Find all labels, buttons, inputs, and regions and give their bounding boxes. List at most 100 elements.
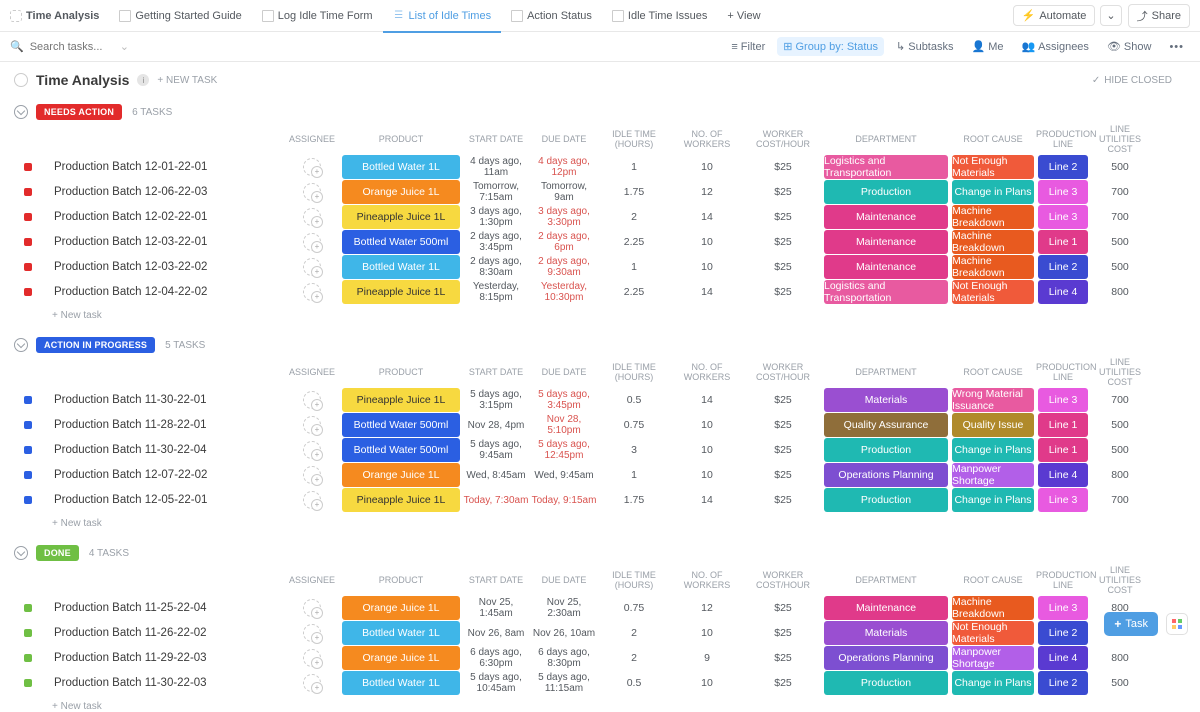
product-chip[interactable]: Orange Juice 1L: [342, 596, 460, 620]
idle-hours[interactable]: 1: [598, 161, 670, 173]
workers[interactable]: 10: [670, 236, 744, 248]
util-cost[interactable]: 500: [1090, 261, 1150, 273]
idle-hours[interactable]: 3: [598, 444, 670, 456]
idle-hours[interactable]: 2.25: [598, 286, 670, 298]
line-chip[interactable]: Line 3: [1038, 596, 1088, 620]
task-name[interactable]: Production Batch 11-25-22-04: [42, 602, 284, 614]
root-chip[interactable]: Not Enough Materials: [952, 155, 1034, 179]
status-pill[interactable]: DONE: [36, 545, 79, 561]
workers[interactable]: 12: [670, 186, 744, 198]
product-chip[interactable]: Bottled Water 500ml: [342, 413, 460, 437]
col-dept[interactable]: DEPARTMENT: [822, 367, 950, 377]
cost[interactable]: $25: [744, 161, 822, 173]
col-util[interactable]: LINE UTILITIES COST: [1090, 357, 1150, 387]
start-date[interactable]: 5 days ago, 10:45am: [462, 672, 530, 694]
status-bullet[interactable]: [24, 238, 32, 246]
dept-chip[interactable]: Maintenance: [824, 596, 948, 620]
root-chip[interactable]: Quality Issue: [952, 413, 1034, 437]
col-line[interactable]: PRODUCTION LINE: [1036, 570, 1090, 590]
workers[interactable]: 10: [670, 419, 744, 431]
workers[interactable]: 10: [670, 627, 744, 639]
util-cost[interactable]: 500: [1090, 419, 1150, 431]
util-cost[interactable]: 700: [1090, 494, 1150, 506]
idle-hours[interactable]: 2.25: [598, 236, 670, 248]
assignee-add[interactable]: [303, 233, 321, 251]
task-name[interactable]: Production Batch 12-06-22-03: [42, 186, 284, 198]
search-caret[interactable]: ⌄: [120, 40, 129, 53]
idle-hours[interactable]: 0.75: [598, 602, 670, 614]
product-chip[interactable]: Orange Juice 1L: [342, 463, 460, 487]
start-date[interactable]: Nov 26, 8am: [462, 628, 530, 639]
root-chip[interactable]: Not Enough Materials: [952, 621, 1034, 645]
tab-log-form[interactable]: Log Idle Time Form: [252, 0, 383, 32]
search-input[interactable]: [30, 41, 110, 53]
cost[interactable]: $25: [744, 652, 822, 664]
util-cost[interactable]: 700: [1090, 186, 1150, 198]
idle-hours[interactable]: 1: [598, 261, 670, 273]
dept-chip[interactable]: Logistics and Transportation: [824, 280, 948, 304]
workers[interactable]: 10: [670, 444, 744, 456]
product-chip[interactable]: Bottled Water 1L: [342, 155, 460, 179]
util-cost[interactable]: 700: [1090, 394, 1150, 406]
line-chip[interactable]: Line 3: [1038, 388, 1088, 412]
due-date[interactable]: Wed, 9:45am: [530, 470, 598, 481]
product-chip[interactable]: Bottled Water 1L: [342, 621, 460, 645]
more-button[interactable]: •••: [1163, 38, 1190, 56]
cost[interactable]: $25: [744, 211, 822, 223]
task-name[interactable]: Production Batch 12-01-22-01: [42, 161, 284, 173]
root-chip[interactable]: Change in Plans: [952, 180, 1034, 204]
root-chip[interactable]: Change in Plans: [952, 671, 1034, 695]
status-bullet[interactable]: [24, 654, 32, 662]
idle-hours[interactable]: 2: [598, 211, 670, 223]
search-input-wrap[interactable]: 🔍 ⌄: [10, 40, 140, 53]
product-chip[interactable]: Orange Juice 1L: [342, 180, 460, 204]
tab-idle-issues[interactable]: Idle Time Issues: [602, 0, 717, 32]
dept-chip[interactable]: Quality Assurance: [824, 413, 948, 437]
task-name[interactable]: Production Batch 11-26-22-02: [42, 627, 284, 639]
col-start[interactable]: START DATE: [462, 367, 530, 377]
col-idle[interactable]: IDLE TIME (HOURS): [598, 570, 670, 590]
status-bullet[interactable]: [24, 213, 32, 221]
product-chip[interactable]: Pineapple Juice 1L: [342, 388, 460, 412]
start-date[interactable]: 3 days ago, 1:30pm: [462, 206, 530, 228]
root-chip[interactable]: Machine Breakdown: [952, 205, 1034, 229]
assignee-add[interactable]: [303, 391, 321, 409]
status-bullet[interactable]: [24, 396, 32, 404]
due-date[interactable]: Yesterday, 10:30pm: [530, 281, 598, 303]
dept-chip[interactable]: Operations Planning: [824, 646, 948, 670]
add-view[interactable]: + View: [717, 0, 770, 32]
tab-action-status[interactable]: Action Status: [501, 0, 602, 32]
idle-hours[interactable]: 1.75: [598, 494, 670, 506]
col-root[interactable]: ROOT CAUSE: [950, 367, 1036, 377]
task-name[interactable]: Production Batch 11-30-22-01: [42, 394, 284, 406]
workers[interactable]: 14: [670, 394, 744, 406]
start-date[interactable]: Tomorrow, 7:15am: [462, 181, 530, 203]
line-chip[interactable]: Line 2: [1038, 671, 1088, 695]
new-task-row[interactable]: + New task: [14, 512, 1200, 529]
fab-task-button[interactable]: Task: [1104, 612, 1158, 636]
due-date[interactable]: 2 days ago, 9:30am: [530, 256, 598, 278]
dept-chip[interactable]: Production: [824, 488, 948, 512]
new-task-row[interactable]: + New task: [14, 695, 1200, 712]
share-button[interactable]: ⤴Share: [1128, 4, 1190, 28]
workers[interactable]: 14: [670, 211, 744, 223]
due-date[interactable]: 5 days ago, 3:45pm: [530, 389, 598, 411]
workers[interactable]: 12: [670, 602, 744, 614]
assignee-add[interactable]: [303, 674, 321, 692]
start-date[interactable]: 5 days ago, 3:15pm: [462, 389, 530, 411]
due-date[interactable]: Nov 25, 2:30am: [530, 597, 598, 619]
group-collapse-icon[interactable]: [14, 338, 28, 352]
col-workers[interactable]: NO. OF WORKERS: [670, 362, 744, 382]
cost[interactable]: $25: [744, 286, 822, 298]
cost[interactable]: $25: [744, 677, 822, 689]
assignee-add[interactable]: [303, 158, 321, 176]
util-cost[interactable]: 700: [1090, 211, 1150, 223]
idle-hours[interactable]: 0.5: [598, 677, 670, 689]
assignee-add[interactable]: [303, 258, 321, 276]
product-chip[interactable]: Pineapple Juice 1L: [342, 205, 460, 229]
subtasks-button[interactable]: ↳Subtasks: [890, 37, 959, 56]
col-due[interactable]: DUE DATE: [530, 367, 598, 377]
start-date[interactable]: 2 days ago, 3:45pm: [462, 231, 530, 253]
workers[interactable]: 10: [670, 677, 744, 689]
task-name[interactable]: Production Batch 11-29-22-03: [42, 652, 284, 664]
